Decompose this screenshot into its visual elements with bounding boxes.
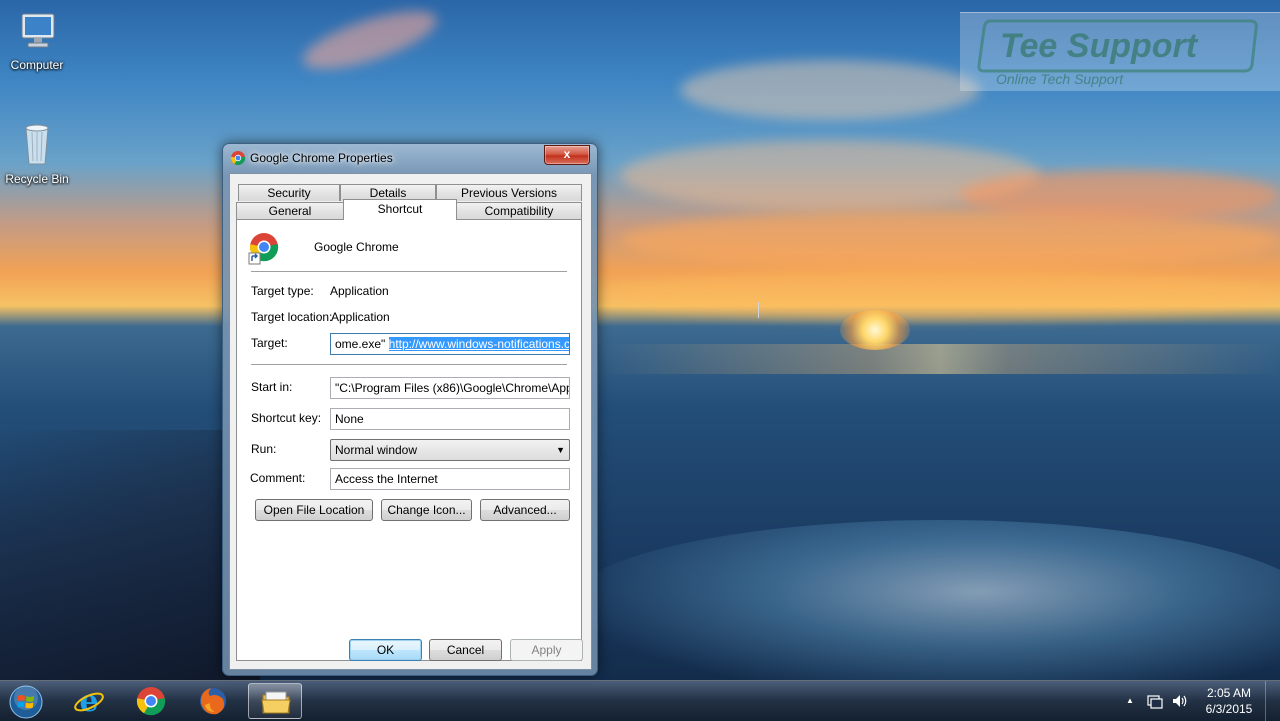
recycle-bin-icon xyxy=(25,124,49,165)
comment-input-text: Access the Internet xyxy=(335,472,438,486)
shortcut-key-input[interactable]: None xyxy=(330,408,570,430)
tab-general[interactable]: General xyxy=(236,202,344,219)
ok-button[interactable]: OK xyxy=(349,639,422,661)
tab-label: Shortcut xyxy=(377,202,423,216)
sea-sunlight xyxy=(600,344,1280,374)
apply-button[interactable]: Apply xyxy=(510,639,583,661)
system-clock[interactable]: 2:05 AM 6/3/2015 xyxy=(1196,685,1262,717)
tab-label: Previous Versions xyxy=(460,186,558,200)
desktop-icon-recycle-bin[interactable]: Recycle Bin xyxy=(0,120,74,186)
close-button[interactable]: x xyxy=(544,145,590,165)
run-select[interactable]: Normal window ▼ xyxy=(330,439,570,461)
start-in-input[interactable]: "C:\Program Files (x86)\Google\Chrome\Ap… xyxy=(330,377,570,399)
taskbar-internet-explorer[interactable]: e xyxy=(62,683,116,719)
text-cursor-icon xyxy=(758,302,759,318)
clock-date: 6/3/2015 xyxy=(1205,702,1253,716)
clock-time: 2:05 AM xyxy=(1206,686,1252,700)
beach-shore xyxy=(0,430,260,680)
dialog-client-area: Security Details Previous Versions Gener… xyxy=(229,173,592,670)
tab-shortcut[interactable]: Shortcut xyxy=(343,199,457,220)
dialog-title: Google Chrome Properties xyxy=(250,151,393,165)
chrome-title-icon xyxy=(230,151,246,165)
dialog-titlebar[interactable]: Google Chrome Properties x xyxy=(223,144,597,172)
tab-label: Details xyxy=(369,186,407,200)
taskbar-file-explorer[interactable] xyxy=(248,683,302,719)
watermark: Tee Support Online Tech Support xyxy=(960,12,1280,91)
show-desktop-button[interactable] xyxy=(1265,681,1280,721)
change-icon-button[interactable]: Change Icon... xyxy=(381,499,472,521)
properties-dialog[interactable]: Google Chrome Properties x Security Deta… xyxy=(222,143,598,676)
watermark-subtitle: Online Tech Support xyxy=(996,71,1124,87)
chrome-shortcut-icon xyxy=(248,233,279,265)
desktop-wallpaper xyxy=(0,0,1280,680)
start-in-input-text: "C:\Program Files (x86)\Google\Chrome\Ap… xyxy=(335,381,569,395)
tab-security[interactable]: Security xyxy=(238,184,340,201)
advanced-button[interactable]: Advanced... xyxy=(480,499,570,521)
wallpaper-cloud xyxy=(960,170,1280,220)
tab-label: General xyxy=(268,204,312,218)
comment-input[interactable]: Access the Internet xyxy=(330,468,570,490)
breaking-waves xyxy=(560,520,1280,680)
firefox-icon xyxy=(200,688,226,715)
target-input-text: ome.exe" xyxy=(335,337,386,351)
app-name: Google Chrome xyxy=(314,240,399,254)
wallpaper-cloud xyxy=(680,60,980,120)
target-type-value: Application xyxy=(330,284,389,298)
open-file-location-button[interactable]: Open File Location xyxy=(255,499,373,521)
watermark-title: Tee Support xyxy=(1000,27,1198,65)
target-input-selection: http://www.windows-notifications.com/ xyxy=(388,337,569,351)
wallpaper-cloud xyxy=(600,270,1280,320)
svg-text:e: e xyxy=(79,685,98,717)
target-location-label: Target location: xyxy=(251,310,333,324)
wallpaper-cloud xyxy=(297,0,443,81)
tab-label: Compatibility xyxy=(484,204,554,218)
action-center-flag-icon[interactable] xyxy=(1146,693,1164,709)
taskbar-chrome[interactable] xyxy=(124,683,178,719)
start-button[interactable] xyxy=(0,683,52,719)
sun xyxy=(840,310,910,350)
desktop-icon-computer[interactable]: Computer xyxy=(0,10,74,72)
close-icon: x xyxy=(563,147,571,161)
taskbar-firefox[interactable] xyxy=(186,683,240,719)
tab-previous-versions[interactable]: Previous Versions xyxy=(436,184,582,201)
shortcut-key-input-text: None xyxy=(335,412,364,426)
shortcut-tab-panel: Google Chrome Target type: Application T… xyxy=(236,219,582,661)
wallpaper-cloud xyxy=(620,210,1280,270)
target-location-value: Application xyxy=(331,310,390,324)
show-hidden-icons-arrow[interactable]: ▲ xyxy=(1126,696,1134,705)
desktop-icon-label: Recycle Bin xyxy=(5,172,69,186)
shortcut-key-label: Shortcut key: xyxy=(251,411,322,425)
separator xyxy=(251,364,567,366)
taskbar: e ▲ 2:05 AM 6/3/2015 xyxy=(0,680,1280,721)
start-orb-icon xyxy=(9,685,43,719)
volume-speaker-icon[interactable] xyxy=(1171,693,1189,709)
start-in-label: Start in: xyxy=(251,380,293,394)
tab-label: Security xyxy=(267,186,311,200)
desktop-icon-label: Computer xyxy=(10,58,64,72)
comment-label: Comment: xyxy=(250,471,306,485)
cancel-button[interactable]: Cancel xyxy=(429,639,502,661)
internet-explorer-icon: e xyxy=(74,685,104,717)
separator xyxy=(251,271,567,273)
target-type-label: Target type: xyxy=(251,284,314,298)
target-label: Target: xyxy=(251,336,288,350)
run-select-value: Normal window xyxy=(335,443,418,457)
chevron-down-icon: ▼ xyxy=(556,445,565,455)
chrome-icon xyxy=(136,687,166,716)
computer-icon xyxy=(21,13,55,48)
run-label: Run: xyxy=(251,442,277,456)
tab-compatibility[interactable]: Compatibility xyxy=(456,202,582,219)
file-explorer-icon xyxy=(261,691,291,714)
target-input[interactable]: ome.exe" http://www.windows-notification… xyxy=(330,333,570,355)
